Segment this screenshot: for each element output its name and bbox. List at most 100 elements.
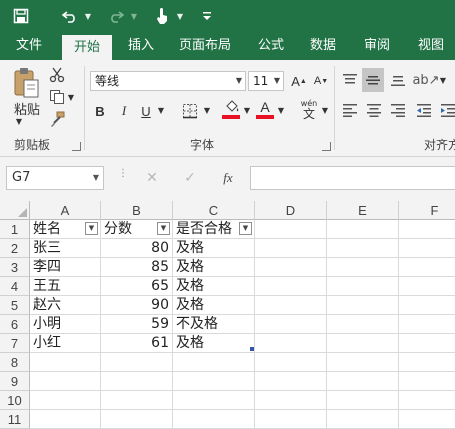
row-header[interactable]: 9 (0, 372, 30, 391)
tab-home[interactable]: 开始 (62, 35, 112, 60)
copy-dropdown-icon[interactable]: ▼ (66, 92, 76, 102)
empty-cell[interactable] (399, 391, 455, 410)
column-header-e[interactable]: E (327, 201, 399, 220)
customize-icon[interactable] (198, 0, 216, 32)
underline-button[interactable]: U (138, 100, 154, 122)
empty-cell[interactable] (255, 258, 327, 277)
empty-cell[interactable] (327, 258, 399, 277)
empty-cell[interactable] (327, 220, 399, 239)
table-cell[interactable]: 及格 (173, 334, 255, 353)
row-header[interactable]: 6 (0, 315, 30, 334)
paste-icon[interactable] (10, 66, 42, 100)
column-header-c[interactable]: C (173, 201, 255, 220)
save-icon[interactable] (8, 0, 34, 32)
column-header-a[interactable]: A (30, 201, 101, 220)
cut-icon[interactable] (48, 66, 66, 84)
tab-page-layout[interactable]: 页面布局 (172, 32, 238, 60)
row-header[interactable]: 10 (0, 391, 30, 410)
bold-button[interactable]: B (92, 100, 108, 122)
empty-cell[interactable] (255, 353, 327, 372)
empty-cell[interactable] (101, 410, 173, 429)
empty-cell[interactable] (399, 239, 455, 258)
tab-insert[interactable]: 插入 (118, 32, 164, 60)
filter-dropdown-icon[interactable]: ▼ (239, 222, 252, 235)
empty-cell[interactable] (327, 372, 399, 391)
empty-cell[interactable] (30, 410, 101, 429)
filter-dropdown-icon[interactable]: ▼ (85, 222, 98, 235)
table-cell[interactable]: 及格 (173, 239, 255, 258)
table-cell[interactable]: 及格 (173, 296, 255, 315)
empty-cell[interactable] (30, 391, 101, 410)
empty-cell[interactable] (255, 239, 327, 258)
table-cell[interactable]: 小红 (30, 334, 101, 353)
tab-view[interactable]: 视图 (408, 32, 454, 60)
align-left-icon[interactable] (340, 100, 360, 120)
table-cell[interactable]: 赵六 (30, 296, 101, 315)
redo-dropdown-icon[interactable]: ▼ (128, 0, 140, 32)
table-cell[interactable]: 张三 (30, 239, 101, 258)
decrease-indent-icon[interactable] (414, 100, 434, 120)
table-header-cell[interactable]: 分数 ▼ (101, 220, 173, 239)
borders-dropdown-icon[interactable]: ▼ (202, 104, 212, 116)
table-header-cell[interactable]: 是否合格 ▼ (173, 220, 255, 239)
cancel-icon[interactable]: ✕ (140, 167, 164, 189)
decrease-font-size-icon[interactable]: A ▼ (312, 70, 330, 92)
empty-cell[interactable] (255, 277, 327, 296)
orientation-dropdown-icon[interactable]: ▼ (438, 74, 448, 86)
underline-dropdown-icon[interactable]: ▼ (156, 104, 166, 116)
row-header[interactable]: 2 (0, 239, 30, 258)
tab-file[interactable]: 文件 (6, 32, 52, 60)
empty-cell[interactable] (173, 410, 255, 429)
empty-cell[interactable] (399, 410, 455, 429)
increase-font-size-icon[interactable]: A ▲ (290, 70, 308, 92)
tab-formulas[interactable]: 公式 (248, 32, 294, 60)
insert-function-icon[interactable]: fx (216, 167, 240, 189)
empty-cell[interactable] (327, 315, 399, 334)
row-header[interactable]: 1 (0, 220, 30, 239)
empty-cell[interactable] (101, 353, 173, 372)
row-header[interactable]: 5 (0, 296, 30, 315)
format-painter-icon[interactable] (48, 110, 66, 128)
column-header-d[interactable]: D (255, 201, 327, 220)
empty-cell[interactable] (30, 372, 101, 391)
borders-icon[interactable] (180, 100, 200, 122)
align-center-icon[interactable] (364, 100, 384, 120)
copy-icon[interactable] (48, 88, 66, 106)
select-all-button[interactable] (0, 201, 30, 220)
empty-cell[interactable] (101, 372, 173, 391)
touch-mode-icon[interactable] (150, 0, 174, 32)
enter-icon[interactable]: ✓ (178, 167, 202, 189)
table-cell[interactable]: 王五 (30, 277, 101, 296)
empty-cell[interactable] (327, 296, 399, 315)
empty-cell[interactable] (327, 334, 399, 353)
top-align-icon[interactable] (340, 70, 360, 90)
empty-cell[interactable] (327, 391, 399, 410)
phonetic-dropdown-icon[interactable]: ▼ (320, 104, 330, 116)
empty-cell[interactable] (327, 277, 399, 296)
empty-cell[interactable] (255, 315, 327, 334)
fill-color-icon[interactable] (222, 98, 242, 116)
empty-cell[interactable] (399, 220, 455, 239)
paste-dropdown-icon[interactable]: ▼ (14, 116, 24, 126)
empty-cell[interactable] (327, 410, 399, 429)
filter-dropdown-icon[interactable]: ▼ (157, 222, 170, 235)
undo-dropdown-icon[interactable]: ▼ (82, 0, 94, 32)
empty-cell[interactable] (173, 353, 255, 372)
empty-cell[interactable] (255, 334, 327, 353)
empty-cell[interactable] (255, 296, 327, 315)
clipboard-launcher-icon[interactable] (72, 142, 81, 151)
table-cell[interactable]: 90 (101, 296, 173, 315)
empty-cell[interactable] (399, 372, 455, 391)
empty-cell[interactable] (255, 391, 327, 410)
bottom-align-icon[interactable] (388, 70, 408, 90)
column-header-b[interactable]: B (101, 201, 173, 220)
empty-cell[interactable] (255, 372, 327, 391)
empty-cell[interactable] (399, 277, 455, 296)
name-box[interactable]: G7 ▼ (6, 166, 104, 190)
empty-cell[interactable] (399, 334, 455, 353)
undo-icon[interactable] (58, 0, 82, 32)
font-color-dropdown-icon[interactable]: ▼ (276, 104, 286, 116)
table-cell[interactable]: 61 (101, 334, 173, 353)
font-launcher-icon[interactable] (322, 142, 331, 151)
empty-cell[interactable] (255, 410, 327, 429)
